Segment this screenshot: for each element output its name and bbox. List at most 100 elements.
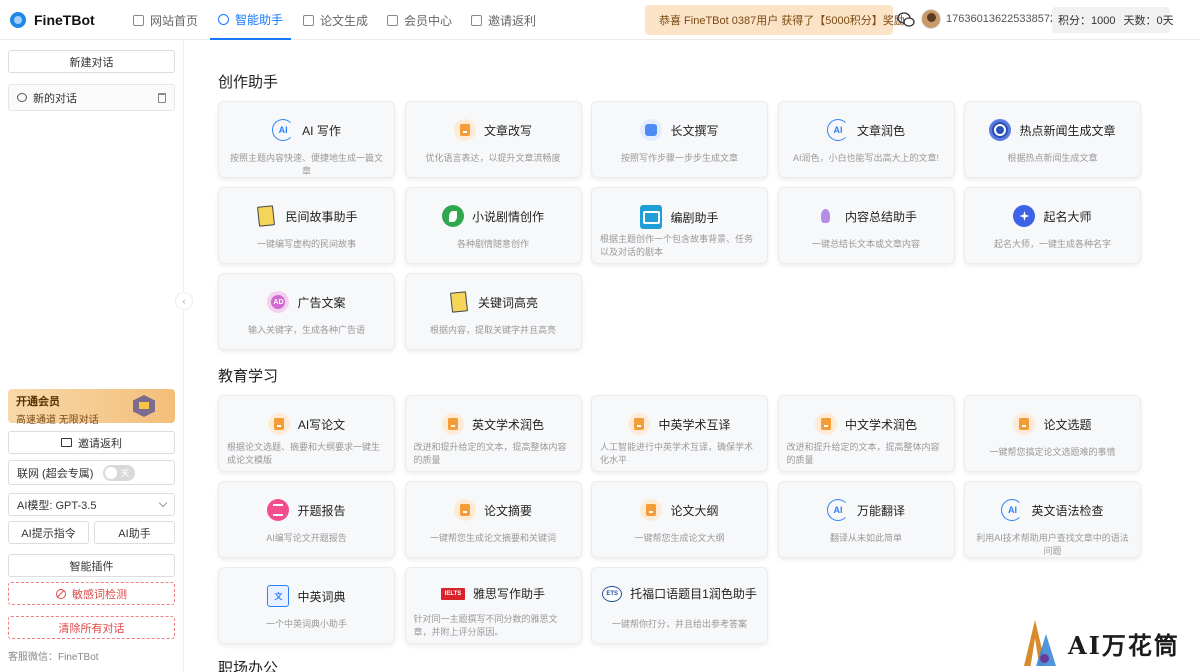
card-header: AI AI 写作	[219, 119, 394, 141]
tool-card[interactable]: AI 文章润色 AI润色，小白也能写出高大上的文章!	[777, 101, 955, 178]
card-header: 内容总结助手	[779, 205, 954, 227]
tool-card[interactable]: 中文学术润色 改进和提升给定的文本，提高整体内容的质量	[777, 395, 955, 472]
ai-icon: AI	[826, 119, 849, 141]
sparkle-icon	[1013, 205, 1036, 227]
tool-card[interactable]: AI AI 写作 按照主题内容快速、便捷地生成一篇文章	[218, 101, 395, 178]
card-title: 英文学术润色	[471, 417, 544, 432]
card-description: 一键帮你打分，并且给出参考答案	[611, 619, 747, 629]
report-icon	[267, 499, 290, 521]
chevron-down-icon	[158, 498, 168, 508]
tool-card[interactable]: 论文摘要 一键帮您生成论文摘要和关键词	[404, 481, 582, 558]
card-title: 关键词高亮	[477, 295, 538, 310]
card-description: 优化语言表达，以提升文章流畅度	[425, 153, 561, 163]
nav-home[interactable]: 网站首页	[133, 0, 198, 40]
tool-card[interactable]: AI写论文 根据论文选题、摘要和大纲要求一键生成论文模版	[218, 395, 395, 472]
gift-icon	[61, 438, 72, 447]
conversation-item[interactable]: 新的对话	[8, 84, 175, 111]
tool-card[interactable]: 英文学术润色改进和提升给定的文本，提高整体内容的质量	[404, 395, 582, 472]
card-header: 民间故事助手	[219, 205, 394, 227]
tool-card[interactable]: AI 英文语法检查 利用AI技术帮助用户查找文章中的语法问题	[964, 481, 1141, 558]
tool-card[interactable]: 中英学术互译 人工智能进行中英学术互译，确保学术化水平	[591, 395, 768, 472]
model-select[interactable]: AI模型: GPT-3.5	[8, 493, 175, 516]
trash-icon[interactable]	[158, 92, 166, 103]
card-title: 文章改写	[483, 123, 532, 138]
network-toggle-row: 联网 (超会专属) 关	[8, 460, 175, 485]
tool-card[interactable]: 中英词典一个中英词典小助手	[218, 567, 395, 644]
section-title: 创作助手	[218, 74, 279, 91]
invite-button[interactable]: 邀请返利	[8, 431, 175, 454]
tool-card[interactable]: 小说剧情创作 各种剧情随意创作	[404, 187, 582, 264]
tool-card[interactable]: 论文大纲 一键帮您生成论文大纲	[591, 481, 768, 558]
watermark-logo-icon	[1020, 620, 1060, 666]
brand[interactable]: FineTBot	[10, 10, 95, 30]
memo-icon	[448, 291, 470, 313]
card-description: 输入关键字，生成各种广告语	[247, 325, 365, 335]
clear-chats-button[interactable]: 清除所有对话	[8, 616, 175, 639]
announcement-banner: 恭喜 FineTBot 0387用户 获得了【5000积分】奖励	[645, 5, 905, 35]
tool-card[interactable]: 长文撰写 按照写作步骤一步步生成文章	[591, 101, 768, 178]
card-header: 开题报告	[219, 499, 394, 521]
bulb-icon	[815, 205, 837, 227]
card-description: 针对同一主题撰写不同分数的雅思文章，并附上评分原因。	[413, 614, 558, 637]
card-header: 长文撰写	[592, 119, 767, 141]
network-switch[interactable]: 关	[103, 464, 136, 481]
plugins-button[interactable]: 智能插件	[8, 554, 175, 577]
card-title: 广告文案	[297, 295, 346, 310]
card-title: AI 写作	[302, 123, 341, 138]
tool-card[interactable]: 内容总结助手 一键总结长文本或文章内容	[777, 187, 955, 264]
tool-card[interactable]: 起名大师 起名大师，一键生成各种名字	[964, 187, 1141, 264]
tool-card[interactable]: IELTS 雅思写作助手针对同一主题撰写不同分数的雅思文章，并附上评分原因。	[404, 567, 582, 644]
tool-card[interactable]: 开题报告 AI编写论文开题报告	[218, 481, 395, 558]
nav-paper[interactable]: 论文生成	[303, 0, 368, 40]
tool-card[interactable]: 广告文案输入关键字，生成各种广告语	[218, 273, 395, 350]
avatar[interactable]	[921, 9, 941, 29]
card-description: 一键帮您生成论文大纲	[634, 533, 725, 543]
card-header: IELTS 雅思写作助手	[406, 585, 581, 602]
tool-card[interactable]: 论文选题一键帮您搞定论文选题难的事情	[964, 395, 1141, 472]
pen-icon	[640, 119, 663, 141]
card-title: 雅思写作助手	[472, 587, 545, 601]
card-title: 托福口语题目1润色助手	[630, 587, 757, 601]
nav-invite[interactable]: 邀请返利	[471, 0, 536, 40]
nav-assistant[interactable]: 智能助手	[210, 0, 292, 40]
card-description: 改进和提升给定的文本，提高整体内容的质量	[786, 442, 940, 465]
new-chat-button[interactable]: 新建对话	[8, 50, 175, 73]
card-title: 中英词典	[297, 589, 346, 604]
vip-banner[interactable]: 开通会员 高速通道 无限对话	[8, 389, 175, 426]
card-description: 一键帮您搞定论文选题难的事情	[989, 447, 1116, 457]
card-description: 改进和提升给定的文本，提高整体内容的质量	[413, 442, 567, 465]
tool-card[interactable]: 民间故事助手 一键编写虚构的民间故事	[218, 187, 395, 264]
card-header: AI 文章润色	[779, 119, 954, 141]
section-title: 职场办公	[218, 660, 279, 672]
sidebar: 新建对话 新的对话 ‹ 开通会员 高速通道 无限对话 邀请返利 联网 (超会专属…	[0, 40, 193, 672]
support-contact: 客服微信：FineTBot	[8, 652, 99, 663]
leaf-icon	[441, 205, 464, 227]
dictionary-icon	[267, 585, 290, 607]
card-description: 根据论文选题、摘要和大纲要求一键生成论文模版	[227, 442, 381, 465]
assistant-button[interactable]: AI助手	[94, 521, 175, 544]
tool-card[interactable]: 热点新闻生成文章 根据热点新闻生成文章	[964, 101, 1141, 178]
tool-card[interactable]: 编剧助手 根据主题创作一个包含故事背景、任务以及对话的剧本	[591, 187, 768, 264]
tool-card[interactable]: AI 万能翻译 翻译从未如此简单	[777, 481, 955, 558]
member-icon	[387, 14, 398, 26]
tool-card[interactable]: 关键词高亮根据内容，提取关键字并且高亮	[404, 273, 582, 350]
ai-icon: AI	[1001, 499, 1024, 521]
tool-card[interactable]: ETS 托福口语题目1润色助手 一键帮你打分，并且给出参考答案	[591, 567, 768, 644]
card-description: 起名大师，一键生成各种名字	[993, 239, 1111, 249]
section-title: 教育学习	[218, 368, 279, 385]
card-title: 论文选题	[1043, 417, 1092, 432]
news-icon	[989, 119, 1012, 141]
card-description: 按照主题内容快速、便捷地生成一篇文章	[229, 153, 383, 176]
card-description: 一个中英词典小助手	[265, 619, 347, 629]
tool-card[interactable]: 文章改写优化语言表达，以提升文章流畅度	[404, 101, 582, 178]
wechat-icon[interactable]	[897, 11, 915, 29]
card-title: 英文语法检查	[1031, 503, 1104, 518]
card-title: 小说剧情创作	[471, 209, 544, 224]
nav-member[interactable]: 会员中心	[387, 0, 452, 40]
card-header: 论文选题	[965, 413, 1140, 435]
sensitive-check-button[interactable]: 敏感词检测	[8, 582, 175, 605]
card-description: 根据内容，提取关键字并且高亮	[429, 325, 556, 335]
prompt-button[interactable]: AI提示指令	[8, 521, 89, 544]
card-title: 文章润色	[856, 123, 905, 138]
document-icon	[814, 413, 837, 435]
